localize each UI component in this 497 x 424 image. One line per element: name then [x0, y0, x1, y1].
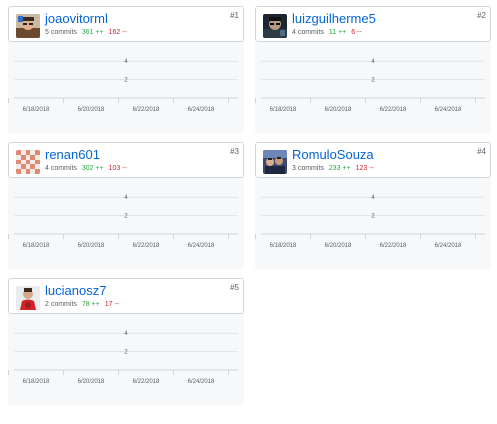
x-tick-label: 6/20/2018: [325, 107, 352, 113]
y-tick-label: 4: [124, 331, 128, 337]
x-tick-label: 6/18/2018: [23, 379, 50, 385]
contributor-rank: #1: [230, 11, 239, 20]
x-tick-label: 6/24/2018: [435, 243, 462, 249]
contributor-username-link[interactable]: luizguilherme5: [292, 11, 376, 27]
contribution-chart-area: 4 2 6/18/2018 6/20/2018 6/22/2018 6/24/2018: [8, 42, 244, 133]
contribution-chart-area: 4 2 6/18/2018 6/20/2018 6/22/2018 6/24/2018: [255, 178, 491, 269]
contributor-rank: #5: [230, 283, 239, 292]
contribution-chart: 4 2 6/18/2018 6/20/2018 6/22/2018 6/24/2018: [8, 331, 238, 385]
x-tick-label: 6/20/2018: [78, 107, 105, 113]
contributor-card: lucianosz7 2 commits 78 ++ 17 -- #5 4 2 6/…: [8, 278, 244, 405]
x-tick-label: 6/20/2018: [325, 243, 352, 249]
x-tick-label: 6/20/2018: [78, 243, 105, 249]
additions-count: 11 ++: [328, 29, 347, 36]
y-tick-label: 2: [371, 214, 375, 220]
deletions-count: 17 --: [104, 301, 120, 308]
contributor-username-link[interactable]: lucianosz7: [45, 283, 106, 299]
contributor-rank: #2: [477, 11, 486, 20]
avatar-photo-red-shirt-icon[interactable]: [16, 286, 40, 310]
contributor-stats: 4 commits 11 ++ 6 --: [292, 28, 362, 38]
x-tick-label: 6/22/2018: [133, 243, 160, 249]
y-tick-label: 2: [124, 350, 128, 356]
contributor-rank: #3: [230, 147, 239, 156]
x-tick-label: 6/24/2018: [188, 107, 215, 113]
deletions-count: 103 --: [108, 165, 127, 172]
avatar-photo-group-icon[interactable]: [263, 150, 287, 174]
contribution-chart: 4 2 6/18/2018 6/20/2018 6/22/2018 6/24/2018: [255, 195, 485, 249]
contributor-stats: 5 commits 361 ++ 162 --: [45, 28, 127, 38]
contributor-card-header: luizguilherme5 4 commits 11 ++ 6 -- #2: [255, 6, 491, 42]
additions-count: 78 ++: [81, 301, 100, 308]
x-tick-label: 6/18/2018: [270, 243, 297, 249]
contributor-card: RomuloSouza 3 commits 233 ++ 123 -- #4 4…: [255, 142, 491, 269]
additions-count: 361 ++: [81, 29, 104, 36]
commit-count: 3 commits: [292, 165, 324, 172]
contributor-card: joaovitorml 5 commits 361 ++ 162 -- #1 4…: [8, 6, 244, 133]
contribution-chart: 4 2 6/18/2018 6/20/2018 6/22/2018 6/24/2018: [8, 59, 238, 113]
x-tick-label: 6/18/2018: [23, 107, 50, 113]
avatar-photo-glasses-icon[interactable]: [16, 14, 40, 38]
contributor-username-link[interactable]: renan601: [45, 147, 100, 163]
x-tick-label: 6/24/2018: [435, 107, 462, 113]
contributor-stats: 2 commits 78 ++ 17 --: [45, 300, 119, 310]
y-tick-label: 2: [124, 214, 128, 220]
contributor-card: luizguilherme5 4 commits 11 ++ 6 -- #2 4…: [255, 6, 491, 133]
x-tick-label: 6/22/2018: [380, 243, 407, 249]
x-tick-label: 6/22/2018: [133, 379, 160, 385]
commit-count: 4 commits: [45, 165, 77, 172]
contributor-card-header: renan601 4 commits 302 ++ 103 -- #3: [8, 142, 244, 178]
x-tick-label: 6/22/2018: [380, 107, 407, 113]
contribution-chart-area: 4 2 6/18/2018 6/20/2018 6/22/2018 6/24/2018: [255, 42, 491, 133]
contributor-card-header: RomuloSouza 3 commits 233 ++ 123 -- #4: [255, 142, 491, 178]
y-tick-label: 2: [124, 78, 128, 84]
x-tick-label: 6/18/2018: [270, 107, 297, 113]
avatar-identicon-salmon-icon[interactable]: [16, 150, 40, 174]
additions-count: 302 ++: [81, 165, 104, 172]
contributor-card-header: lucianosz7 2 commits 78 ++ 17 -- #5: [8, 278, 244, 314]
deletions-count: 162 --: [108, 29, 127, 36]
contributor-username-link[interactable]: RomuloSouza: [292, 147, 374, 163]
contribution-chart: 4 2 6/18/2018 6/20/2018 6/22/2018 6/24/2018: [255, 59, 485, 113]
x-tick-label: 6/22/2018: [133, 107, 160, 113]
y-tick-label: 4: [124, 195, 128, 201]
contributor-stats: 3 commits 233 ++ 123 --: [292, 164, 374, 174]
contributor-username-link[interactable]: joaovitorml: [45, 11, 108, 27]
commit-count: 5 commits: [45, 29, 77, 36]
commit-count: 2 commits: [45, 301, 77, 308]
y-tick-label: 4: [124, 59, 128, 65]
x-tick-label: 6/18/2018: [23, 243, 50, 249]
contributor-card: renan601 4 commits 302 ++ 103 -- #3 4 2 6/…: [8, 142, 244, 269]
x-tick-label: 6/20/2018: [78, 379, 105, 385]
contribution-chart: 4 2 6/18/2018 6/20/2018 6/22/2018 6/24/2018: [8, 195, 238, 249]
avatar-photo-dark-icon[interactable]: [263, 14, 287, 38]
deletions-count: 6 --: [351, 29, 362, 36]
contribution-chart-area: 4 2 6/18/2018 6/20/2018 6/22/2018 6/24/2018: [8, 314, 244, 405]
contribution-chart-area: 4 2 6/18/2018 6/20/2018 6/22/2018 6/24/2018: [8, 178, 244, 269]
y-tick-label: 4: [371, 59, 375, 65]
x-tick-label: 6/24/2018: [188, 379, 215, 385]
commit-count: 4 commits: [292, 29, 324, 36]
x-tick-label: 6/24/2018: [188, 243, 215, 249]
contributor-card-header: joaovitorml 5 commits 361 ++ 162 -- #1: [8, 6, 244, 42]
contributor-stats: 4 commits 302 ++ 103 --: [45, 164, 127, 174]
additions-count: 233 ++: [328, 165, 351, 172]
y-tick-label: 2: [371, 78, 375, 84]
y-tick-label: 4: [371, 195, 375, 201]
contributor-rank: #4: [477, 147, 486, 156]
deletions-count: 123 --: [355, 165, 374, 172]
